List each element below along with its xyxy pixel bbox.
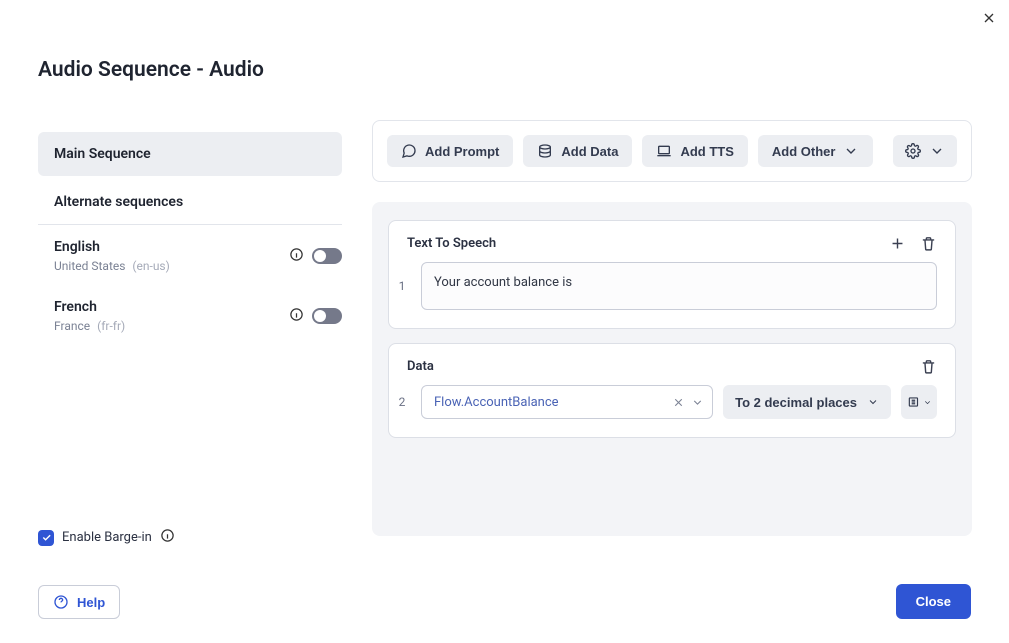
barge-in-option: Enable Barge-in bbox=[38, 528, 175, 547]
add-other-button[interactable]: Add Other bbox=[758, 135, 874, 167]
speech-bubble-icon bbox=[401, 143, 417, 159]
language-toggle-french[interactable] bbox=[312, 308, 342, 324]
data-card-title: Data bbox=[407, 359, 434, 374]
close-icon[interactable] bbox=[981, 10, 997, 30]
data-card: Data 2 Flow.AccountBalance To 2 decimal … bbox=[388, 343, 956, 438]
sequence-canvas: Text To Speech 1 Data bbox=[372, 202, 972, 536]
language-name: English bbox=[54, 239, 170, 255]
info-icon[interactable] bbox=[160, 528, 175, 547]
chevron-down-icon bbox=[929, 143, 945, 159]
chevron-down-icon bbox=[867, 396, 879, 408]
tts-text-input[interactable] bbox=[421, 262, 937, 310]
barge-in-label: Enable Barge-in bbox=[62, 530, 152, 545]
audio-sequence-modal: Audio Sequence - Audio Main Sequence Alt… bbox=[0, 0, 1009, 643]
data-options-button[interactable] bbox=[901, 385, 937, 419]
data-variable-select[interactable]: Flow.AccountBalance bbox=[421, 385, 713, 419]
laptop-icon bbox=[656, 143, 672, 159]
barge-in-checkbox[interactable] bbox=[38, 530, 54, 546]
add-tts-button[interactable]: Add TTS bbox=[642, 135, 747, 167]
trash-icon[interactable] bbox=[920, 235, 937, 252]
toolbar: Add Prompt Add Data Add TTS Add Other bbox=[372, 120, 972, 182]
language-sub: United States (en-us) bbox=[54, 259, 170, 273]
sidebar: Main Sequence Alternate sequences Englis… bbox=[38, 132, 342, 339]
page-title: Audio Sequence - Audio bbox=[38, 58, 264, 82]
gear-icon bbox=[905, 143, 921, 159]
info-icon[interactable] bbox=[289, 247, 304, 266]
data-format-button[interactable]: To 2 decimal places bbox=[723, 385, 891, 419]
tts-card: Text To Speech 1 bbox=[388, 220, 956, 329]
tab-main-sequence[interactable]: Main Sequence bbox=[38, 132, 342, 176]
chevron-down-icon[interactable] bbox=[691, 396, 704, 409]
tts-card-title: Text To Speech bbox=[407, 236, 496, 251]
close-button[interactable]: Close bbox=[896, 584, 971, 619]
trash-icon[interactable] bbox=[920, 358, 937, 375]
data-variable-value: Flow.AccountBalance bbox=[434, 395, 666, 410]
chevron-down-icon bbox=[843, 143, 859, 159]
add-prompt-button[interactable]: Add Prompt bbox=[387, 135, 513, 167]
list-icon bbox=[907, 395, 921, 409]
row-number: 2 bbox=[397, 395, 407, 409]
language-row-french[interactable]: French France (fr-fr) bbox=[38, 285, 342, 339]
main-panel: Add Prompt Add Data Add TTS Add Other bbox=[372, 120, 972, 536]
help-icon bbox=[53, 594, 69, 610]
add-data-button[interactable]: Add Data bbox=[523, 135, 632, 167]
language-toggle-english[interactable] bbox=[312, 248, 342, 264]
chevron-down-icon bbox=[923, 398, 932, 407]
clear-icon[interactable] bbox=[672, 396, 685, 409]
info-icon[interactable] bbox=[289, 307, 304, 326]
language-name: French bbox=[54, 299, 125, 315]
alternate-sequences-header: Alternate sequences bbox=[38, 176, 342, 225]
plus-icon[interactable] bbox=[889, 235, 906, 252]
check-icon bbox=[41, 532, 52, 543]
language-sub: France (fr-fr) bbox=[54, 319, 125, 333]
row-number: 1 bbox=[397, 262, 407, 310]
database-icon bbox=[537, 143, 553, 159]
settings-button[interactable] bbox=[893, 135, 957, 167]
help-button[interactable]: Help bbox=[38, 585, 120, 619]
language-row-english[interactable]: English United States (en-us) bbox=[38, 225, 342, 279]
